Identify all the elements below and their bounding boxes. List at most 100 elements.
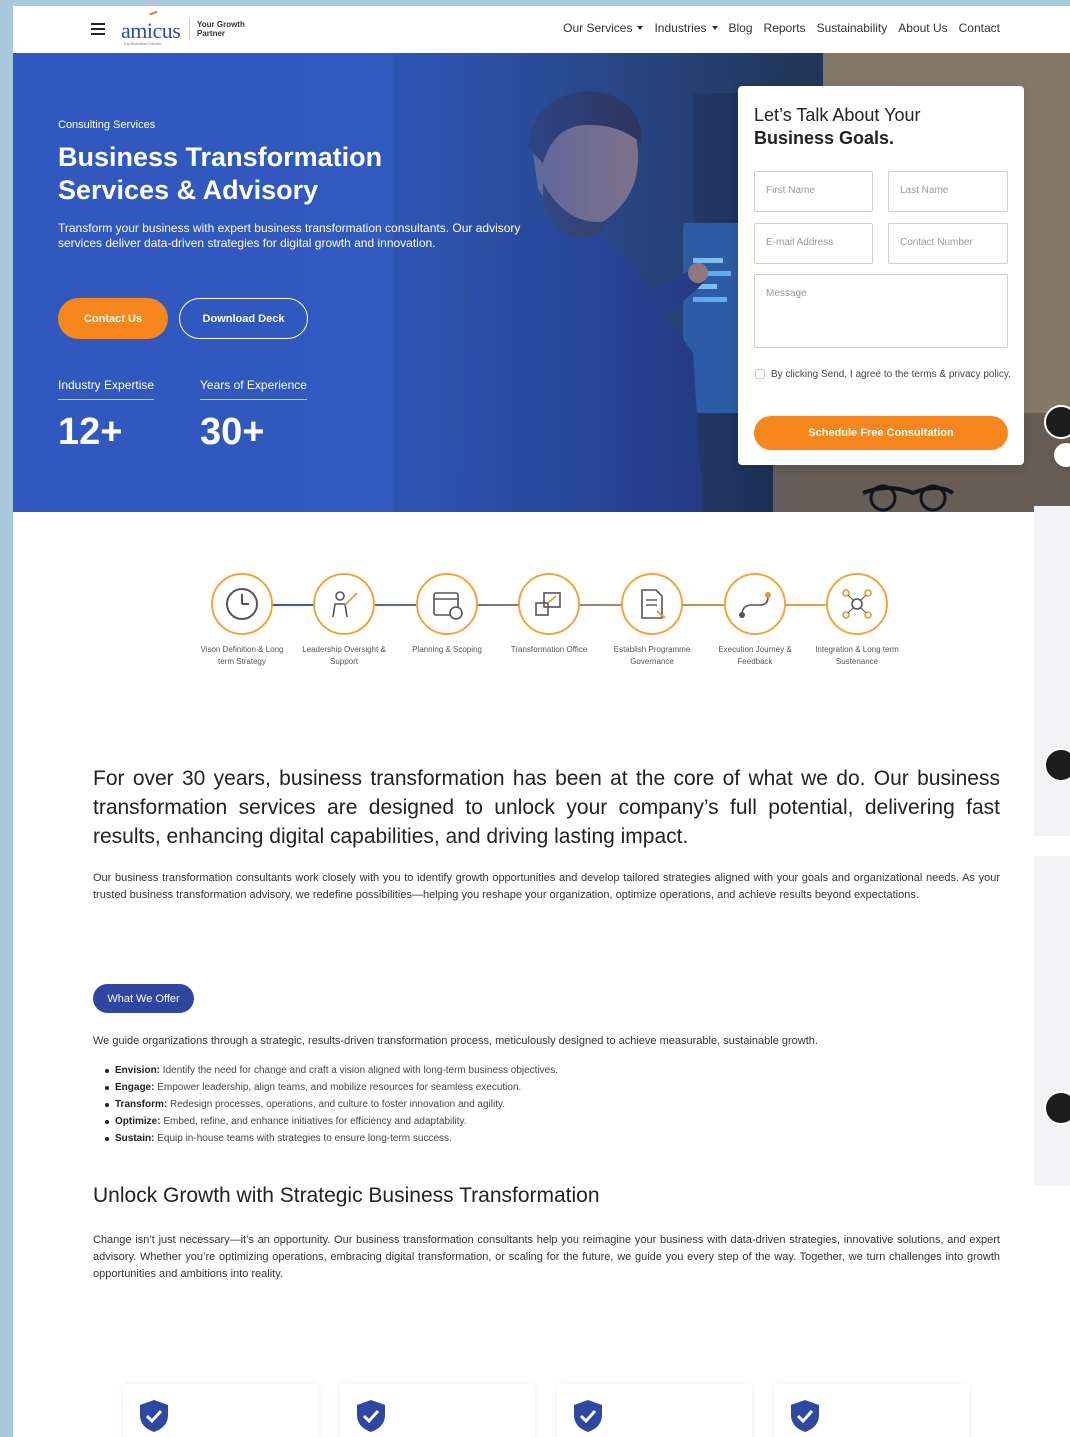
list-item: Optimize: Embed, refine, and enhance ini… — [105, 1113, 558, 1130]
process-step-label: Planning & Scoping — [412, 645, 482, 654]
process-step: Planning & Scoping — [405, 566, 489, 656]
feature-card — [774, 1384, 969, 1437]
nav-reports[interactable]: Reports — [764, 21, 806, 35]
growth-heading: Unlock Growth with Strategic Business Tr… — [93, 1184, 600, 1207]
download-deck-button[interactable]: Download Deck — [179, 298, 308, 339]
feature-card — [340, 1384, 535, 1437]
process-step: Leadership Oversight & Support — [302, 566, 386, 668]
terms-checkbox[interactable] — [755, 369, 765, 379]
offer-term: Envision: — [115, 1065, 161, 1076]
offer-term: Optimize: — [115, 1116, 161, 1127]
consultation-form: Let’s Talk About Your Business Goals. Fi… — [738, 86, 1024, 465]
nav-our-services[interactable]: Our Services — [563, 21, 644, 35]
list-item: Engage: Empower leadership, align teams,… — [105, 1079, 558, 1096]
contact-us-button[interactable]: Contact Us — [58, 298, 168, 339]
journey-icon — [724, 573, 786, 635]
message-field[interactable]: Message — [754, 274, 1008, 348]
list-item: Sustain: Equip in-house teams with strat… — [105, 1130, 558, 1147]
process-timeline: Vison Definition & Long term Strategy Le… — [13, 566, 1070, 696]
offer-term: Sustain: — [115, 1133, 155, 1144]
office-icon — [518, 573, 580, 635]
first-name-field[interactable]: First Name — [754, 171, 873, 212]
process-step: Execution Journey & Feedback — [713, 566, 797, 668]
hero-title: Business Transformation Services & Advis… — [58, 142, 383, 205]
process-step-label: Integration & Long term Sustenance — [815, 645, 899, 666]
offer-text: Equip in-house teams with strategies to … — [157, 1133, 452, 1144]
page-frame: amicus The Business Partner Your Growth … — [13, 6, 1070, 1437]
process-step: Transformation Office — [507, 566, 591, 656]
shield-check-icon — [574, 1400, 602, 1432]
offer-intro: We guide organizations through a strateg… — [93, 1035, 818, 1047]
what-we-offer-badge: What We Offer — [93, 984, 194, 1013]
hero-section: Consulting Services Business Transformat… — [13, 53, 1070, 512]
schedule-consultation-button[interactable]: Schedule Free Consultation — [754, 416, 1008, 450]
offer-term: Engage: — [115, 1082, 155, 1093]
growth-text: Change isn’t just necessary—it’s an oppo… — [93, 1234, 1000, 1280]
offer-list: Envision: Identify the need for change a… — [105, 1062, 558, 1147]
shield-check-icon — [791, 1400, 819, 1432]
stat-label: Years of Experience — [200, 378, 307, 400]
feature-card — [557, 1384, 752, 1437]
list-item: Envision: Identify the need for change a… — [105, 1062, 558, 1079]
logo-divider — [189, 18, 190, 40]
process-step: Integration & Long term Sustenance — [815, 566, 899, 668]
stat-value: 30+ — [200, 411, 265, 453]
chat-widget-icon[interactable] — [1044, 748, 1070, 782]
caret-down-icon — [711, 26, 718, 30]
stat-industry-expertise: Industry Expertise 12+ — [58, 376, 155, 454]
chat-widget-icon[interactable] — [1044, 1091, 1070, 1125]
process-step-label: Vison Definition & Long term Strategy — [200, 645, 284, 666]
offer-text: Embed, refine, and enhance initiatives f… — [163, 1116, 467, 1127]
intro-body: Our business transformation consultants … — [93, 872, 1000, 901]
terms-text: By clicking Send, I agree to the terms &… — [771, 369, 1011, 380]
caret-down-icon — [637, 26, 644, 30]
process-step-label: Establish Programme Governance — [613, 645, 691, 666]
offer-text: Redesign processes, operations, and cult… — [170, 1099, 506, 1110]
stat-value: 12+ — [58, 411, 123, 453]
offer-text: Empower leadership, align teams, and mob… — [157, 1082, 522, 1093]
network-icon — [826, 573, 888, 635]
email-field[interactable]: E-mail Address — [754, 223, 873, 264]
shield-check-icon — [140, 1400, 168, 1432]
hero-kicker: Consulting Services — [58, 119, 156, 131]
offer-text: Identify the need for change and craft a… — [162, 1065, 559, 1076]
menu-icon[interactable] — [91, 23, 105, 35]
contact-number-field[interactable]: Contact Number — [888, 223, 1008, 264]
feature-card — [123, 1384, 318, 1437]
process-step-label: Transformation Office — [510, 645, 588, 654]
intro-lead: For over 30 years, business transformati… — [93, 767, 1000, 848]
nav-label: Our Services — [563, 21, 633, 35]
document-icon — [621, 573, 683, 635]
chat-widget-icon[interactable] — [1044, 405, 1070, 439]
stat-label: Industry Expertise — [58, 378, 155, 400]
nav-contact[interactable]: Contact — [959, 21, 1000, 35]
nav-about-us[interactable]: About Us — [898, 21, 947, 35]
brand-tagline: Your Growth Partner — [197, 20, 245, 38]
brand-logo[interactable]: amicus The Business Partner — [121, 10, 185, 48]
nav-industries[interactable]: Industries — [654, 21, 718, 35]
nav-blog[interactable]: Blog — [729, 21, 753, 35]
calendar-icon — [416, 573, 478, 635]
logo-subtag: The Business Partner — [123, 41, 162, 46]
hero-description: Transform your business with expert busi… — [58, 221, 521, 250]
last-name-field[interactable]: Last Name — [888, 171, 1008, 212]
process-step-label: Leadership Oversight & Support — [302, 645, 386, 666]
process-step: Establish Programme Governance — [610, 566, 694, 668]
shield-check-icon — [357, 1400, 385, 1432]
form-title-line2: Business Goals. — [754, 128, 895, 148]
form-title-line1: Let’s Talk About Your — [754, 105, 921, 125]
list-item: Transform: Redesign processes, operation… — [105, 1096, 558, 1113]
clock-icon — [211, 573, 273, 635]
main-nav: Our Services Industries Blog Reports Sus… — [563, 21, 1000, 35]
stat-years-experience: Years of Experience 30+ — [200, 376, 307, 454]
process-step-label: Execution Journey & Feedback — [718, 645, 792, 666]
leader-icon — [313, 573, 375, 635]
nav-label: Industries — [654, 21, 707, 35]
nav-sustainability[interactable]: Sustainability — [817, 21, 888, 35]
offer-term: Transform: — [115, 1099, 168, 1110]
side-panel — [1034, 856, 1070, 1186]
feature-cards — [123, 1384, 969, 1437]
site-header: amicus The Business Partner Your Growth … — [13, 6, 1070, 53]
side-panel — [1034, 506, 1070, 836]
process-step: Vison Definition & Long term Strategy — [200, 566, 284, 668]
